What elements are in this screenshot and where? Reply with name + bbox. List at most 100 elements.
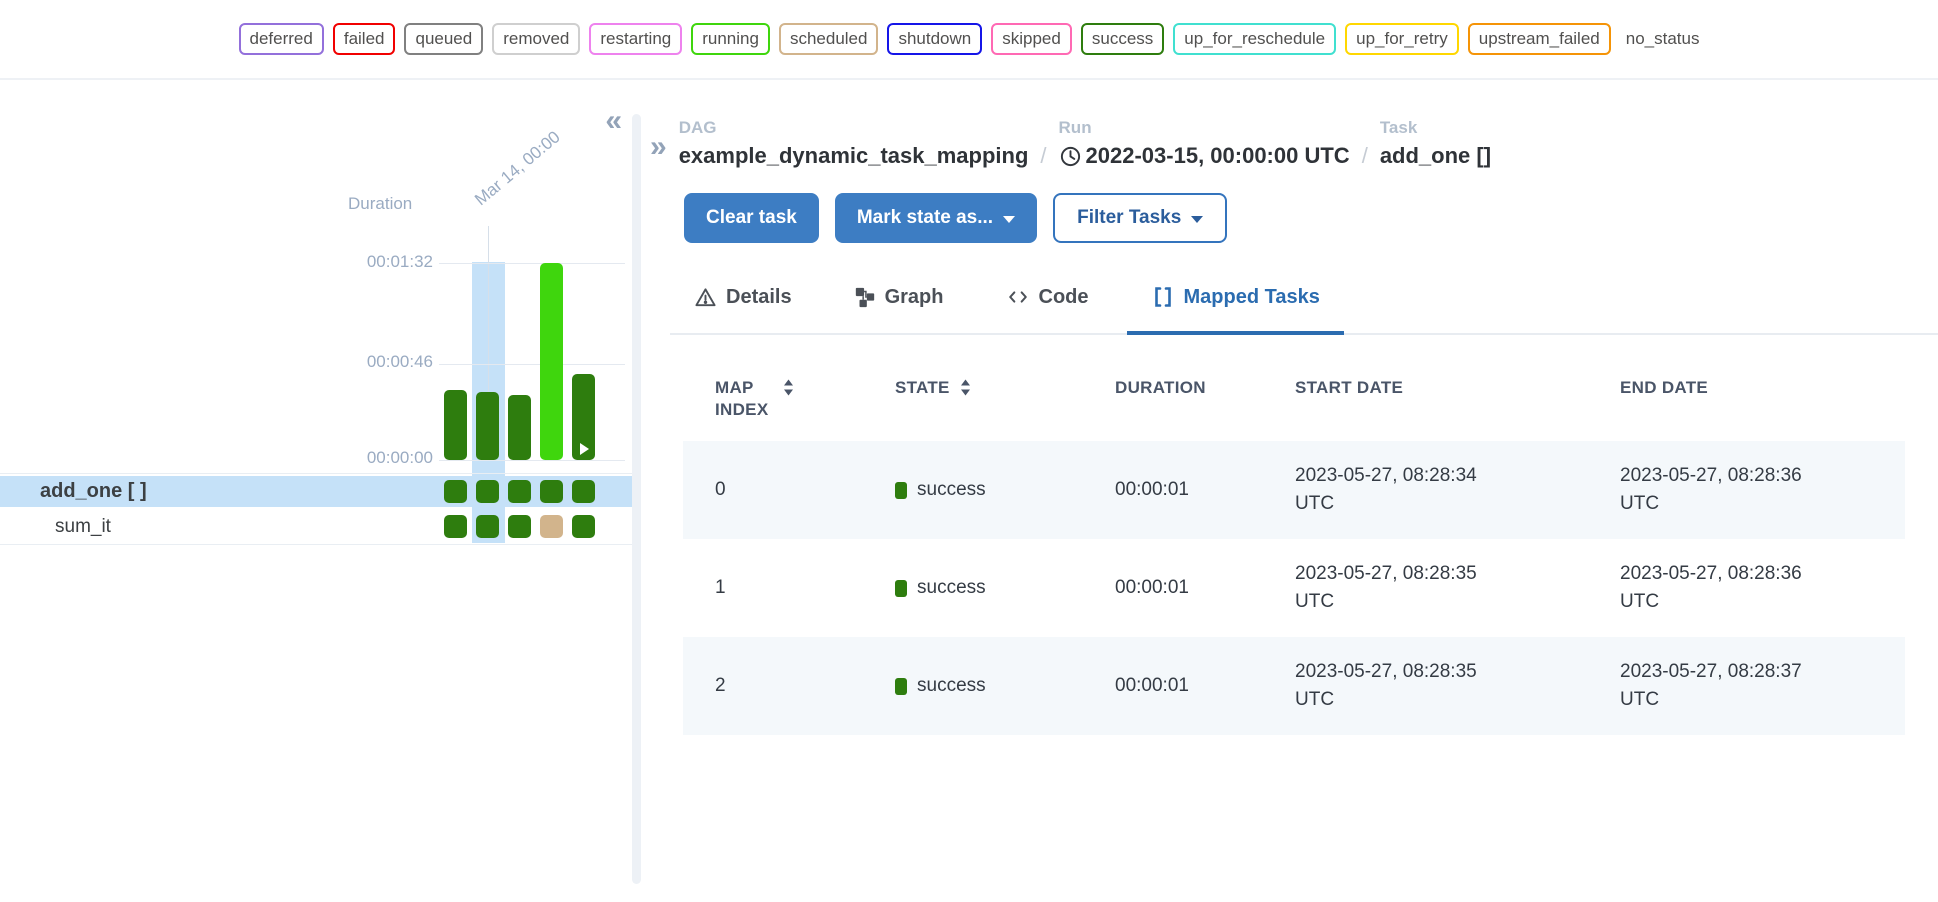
status-badge-scheduled[interactable]: scheduled	[779, 23, 879, 55]
success-state-dot	[895, 678, 907, 695]
gridline-bottom	[439, 460, 625, 461]
clear-task-button[interactable]: Clear task	[684, 193, 819, 243]
task-row-sum-it[interactable]: sum_it	[0, 510, 632, 543]
run-value[interactable]: 2022-03-15, 00:00:00 UTC	[1059, 141, 1350, 171]
cell-start-date: 2023-05-27, 08:28:35 UTC	[1295, 658, 1480, 714]
task-row-add-one[interactable]: add_one [ ]	[0, 476, 632, 507]
tab-graph[interactable]: Graph	[830, 279, 968, 333]
run-duration-bar-3[interactable]	[508, 395, 531, 460]
graph-icon	[854, 286, 876, 308]
expand-panel-icon[interactable]: »	[650, 132, 667, 162]
duration-axis-title: Duration	[348, 194, 412, 214]
task-instance-add-one-2[interactable]	[476, 480, 499, 503]
breadcrumb-separator: /	[1362, 141, 1368, 171]
sort-icon[interactable]	[783, 379, 794, 396]
y-tick-00-00-46: 00:00:46	[343, 352, 433, 372]
tab-details[interactable]: Details	[670, 279, 816, 333]
status-legend: deferred failed queued removed restartin…	[0, 0, 1938, 80]
cell-end-date: 2023-05-27, 08:28:36 UTC	[1620, 462, 1805, 518]
panel-resize-handle[interactable]	[632, 114, 641, 884]
column-header-state[interactable]: STATE	[895, 377, 1115, 399]
collapse-panel-icon[interactable]: «	[605, 106, 622, 136]
task-value[interactable]: add_one []	[1380, 141, 1491, 171]
status-badge-shutdown[interactable]: shutdown	[887, 23, 982, 55]
task-instance-add-one-3[interactable]	[508, 480, 531, 503]
status-badge-success[interactable]: success	[1081, 23, 1164, 55]
status-badge-upstream-failed[interactable]: upstream_failed	[1468, 23, 1611, 55]
column-header-start-date[interactable]: START DATE	[1295, 377, 1620, 399]
dag-name[interactable]: example_dynamic_task_mapping	[679, 141, 1029, 171]
breadcrumb: » DAG example_dynamic_task_mapping / Run…	[650, 118, 1938, 171]
success-state-dot	[895, 482, 907, 499]
table-header-row: MAP INDEX STATE DURATION	[683, 363, 1905, 441]
task-actions: Clear task Mark state as... Filter Tasks	[684, 193, 1938, 243]
tab-mapped-tasks[interactable]: Mapped Tasks	[1127, 279, 1344, 333]
row-divider-bottom	[0, 544, 632, 545]
warning-triangle-icon	[694, 286, 717, 309]
task-instance-sum-it-5[interactable]	[572, 515, 595, 538]
airflow-grid-page: deferred failed queued removed restartin…	[0, 0, 1938, 902]
run-duration-bar-5[interactable]	[572, 374, 595, 460]
status-badge-up-for-reschedule[interactable]: up_for_reschedule	[1173, 23, 1336, 55]
status-badge-removed[interactable]: removed	[492, 23, 580, 55]
run-date-label: Mar 14, 00:00	[471, 127, 564, 210]
column-header-duration[interactable]: DURATION	[1115, 377, 1295, 399]
task-label: Task	[1380, 118, 1491, 138]
cell-end-date: 2023-05-27, 08:28:36 UTC	[1620, 560, 1805, 616]
task-name-add-one[interactable]: add_one [ ]	[40, 480, 147, 503]
dag-label: DAG	[679, 118, 1029, 138]
table-row[interactable]: 2 success 00:00:01 2023-05-27, 08:28:35 …	[683, 637, 1905, 735]
status-badge-running[interactable]: running	[691, 23, 770, 55]
status-label-no-status: no_status	[1626, 29, 1700, 49]
row-divider-top	[0, 473, 632, 474]
run-duration-bar-2[interactable]	[476, 392, 499, 460]
cell-state: success	[895, 479, 1115, 501]
column-header-map-index[interactable]: MAP INDEX	[683, 377, 895, 421]
cell-end-date: 2023-05-27, 08:28:37 UTC	[1620, 658, 1805, 714]
tab-code[interactable]: Code	[982, 279, 1113, 333]
filter-tasks-button[interactable]: Filter Tasks	[1053, 193, 1227, 243]
detail-tabs: Details Graph Code	[670, 279, 1938, 335]
cell-duration: 00:00:01	[1115, 577, 1295, 599]
cell-map-index: 1	[683, 577, 895, 599]
task-instance-add-one-5[interactable]	[572, 480, 595, 503]
mapped-tasks-table: MAP INDEX STATE DURATION	[683, 363, 1905, 735]
cell-state: success	[895, 577, 1115, 599]
status-badge-failed[interactable]: failed	[333, 23, 396, 55]
status-badge-deferred[interactable]: deferred	[239, 23, 324, 55]
table-row[interactable]: 1 success 00:00:01 2023-05-27, 08:28:35 …	[683, 539, 1905, 637]
status-badge-up-for-retry[interactable]: up_for_retry	[1345, 23, 1459, 55]
caret-down-icon	[1003, 216, 1015, 223]
status-badge-skipped[interactable]: skipped	[991, 23, 1072, 55]
task-instance-sum-it-4[interactable]	[540, 515, 563, 538]
mark-state-as-button[interactable]: Mark state as...	[835, 193, 1037, 243]
grid-panel: « Duration Mar 14, 00:00 00:01:32 00:00:…	[0, 80, 632, 900]
task-name-sum-it[interactable]: sum_it	[55, 516, 111, 538]
status-badge-restarting[interactable]: restarting	[589, 23, 682, 55]
cell-start-date: 2023-05-27, 08:28:35 UTC	[1295, 560, 1480, 616]
run-duration-bar-1[interactable]	[444, 390, 467, 460]
breadcrumb-task: Task add_one []	[1380, 118, 1491, 171]
cell-map-index: 0	[683, 479, 895, 501]
run-duration-bar-4[interactable]	[540, 263, 563, 460]
task-instance-add-one-1[interactable]	[444, 480, 467, 503]
column-header-end-date[interactable]: END DATE	[1620, 377, 1905, 399]
y-tick-00-01-32: 00:01:32	[343, 252, 433, 272]
brackets-icon	[1151, 285, 1175, 309]
gridline-top	[439, 263, 625, 264]
cell-map-index: 2	[683, 675, 895, 697]
status-badge-queued[interactable]: queued	[404, 23, 483, 55]
y-tick-00-00-00: 00:00:00	[343, 448, 433, 468]
table-row[interactable]: 0 success 00:00:01 2023-05-27, 08:28:34 …	[683, 441, 1905, 539]
task-detail-panel: » DAG example_dynamic_task_mapping / Run…	[641, 80, 1938, 900]
task-instance-sum-it-2[interactable]	[476, 515, 499, 538]
code-icon	[1006, 286, 1030, 308]
task-instance-sum-it-3[interactable]	[508, 515, 531, 538]
cell-state: success	[895, 675, 1115, 697]
sort-icon[interactable]	[960, 379, 971, 396]
task-instance-add-one-4[interactable]	[540, 480, 563, 503]
clock-icon	[1059, 145, 1082, 168]
breadcrumb-separator: /	[1040, 141, 1046, 171]
task-instance-sum-it-1[interactable]	[444, 515, 467, 538]
caret-down-icon	[1191, 216, 1203, 223]
